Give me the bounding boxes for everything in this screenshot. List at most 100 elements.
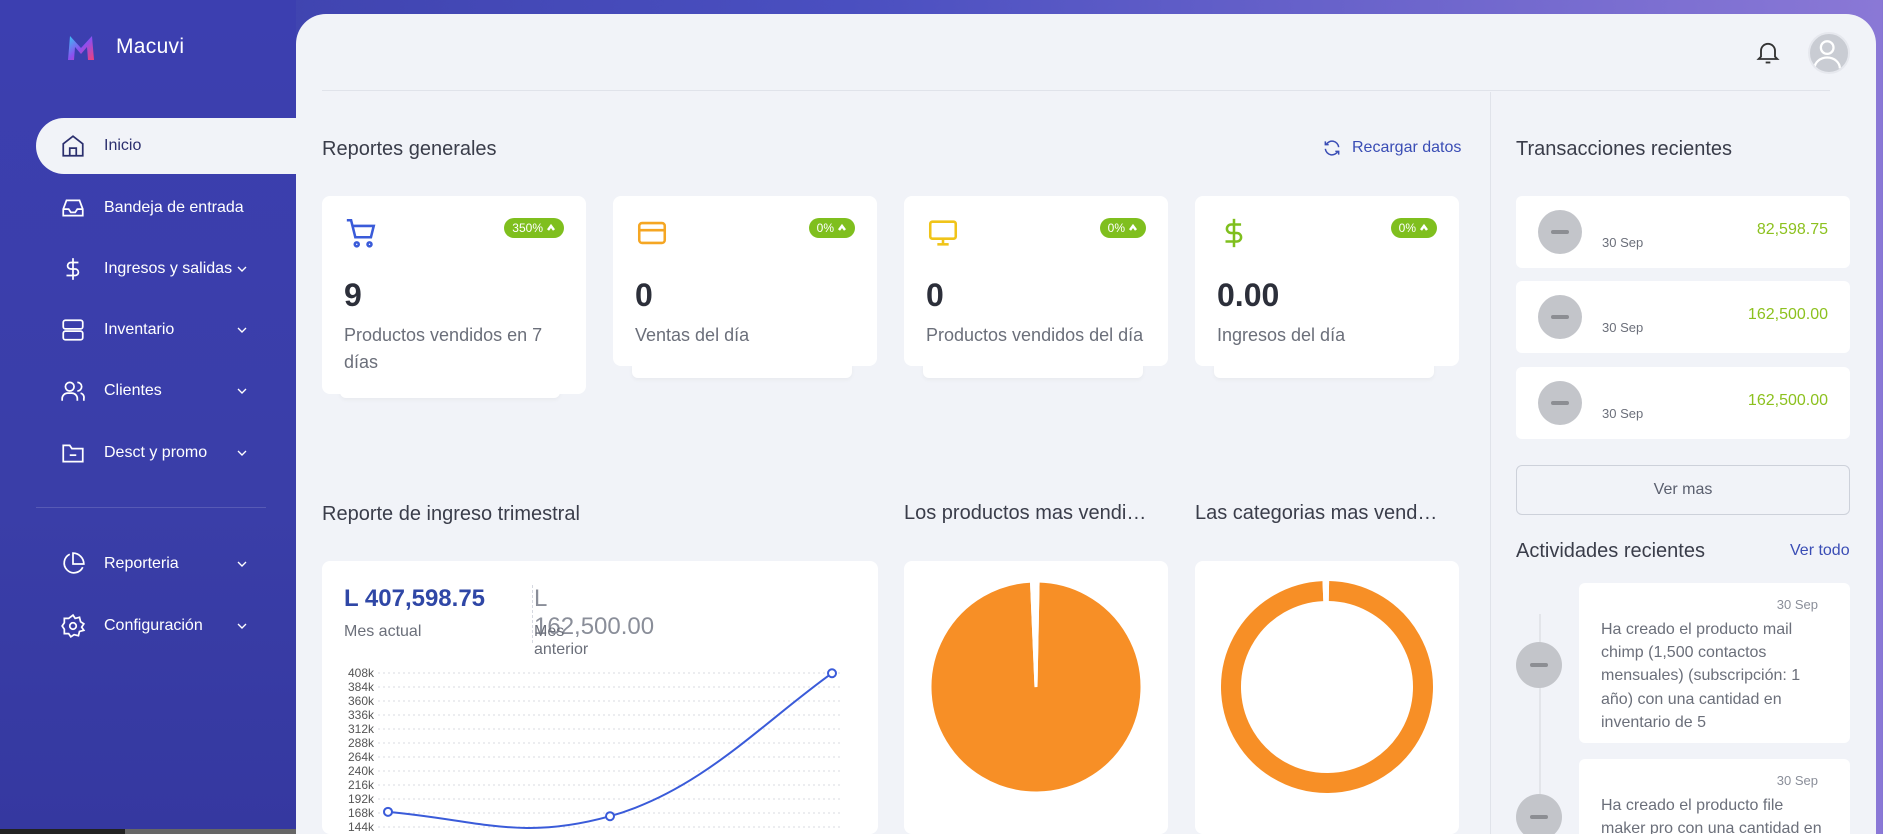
column-divider [1490,92,1491,834]
sidebar-item-inventario[interactable]: Inventario [36,302,296,358]
credit-card-icon [637,221,667,245]
stat-label: Productos vendidos del día [926,325,1144,345]
productos-pie-chart [928,579,1144,795]
stat-label: Ventas del día [635,325,750,345]
growth-badge: 350% [504,218,564,238]
home-icon [62,135,84,157]
ver-todo-link[interactable]: Ver todo [1790,542,1850,560]
activity-text: Ha creado el producto mail chimp (1,500 … [1601,621,1801,731]
stat-value: 9 [344,277,362,313]
ver-mas-button[interactable]: Ver mas [1516,465,1850,515]
sidebar-item-bandeja[interactable]: Bandeja de entrada [36,180,296,236]
chevron-up-icon [547,223,555,231]
brand[interactable]: Macuvi [66,32,184,62]
pie-chart-icon [63,552,85,574]
current-month-value: L 407,598.75 [344,585,486,612]
server-icon [62,319,84,341]
reportes-title: Reportes generales [322,138,497,160]
transaction-item[interactable]: 30 Sep 162,500.00 [1516,367,1850,439]
sidebar-item-label: Reporteria [104,555,179,572]
reload-label: Recargar datos [1352,139,1462,156]
y-tick-label: 336k [348,708,375,722]
data-point [383,806,393,817]
transaction-date: 30 Sep [1602,235,1644,250]
sidebar-item-ingresos[interactable]: Ingresos y salidas [36,241,296,297]
stat-card-productos-dia[interactable]: 0% 0 Productos vendidos del día [904,196,1168,366]
sidebar-item-label: Inventario [104,321,175,338]
ingreso-card: L 407,598.75 Mes actual L 162,500.00 Mes… [322,561,878,834]
activity-item[interactable]: 30 Sep Ha creado el producto mail chimp … [1579,583,1850,743]
monitor-icon [928,220,958,246]
y-tick-label: 288k [348,736,375,750]
transaction-item[interactable]: 30 Sep 82,598.75 [1516,196,1850,268]
y-tick-label: 408k [348,666,375,680]
categorias-chart-title: Las categorias mas vend… [1195,502,1438,524]
activity-item[interactable]: 30 Sep Ha creado el producto file maker … [1579,759,1850,834]
previous-month-label: Mes anterior [534,623,589,658]
card-shadow [632,364,852,378]
transaction-amount: 162,500.00 [1747,306,1828,323]
sidebar-item-reporteria[interactable]: Reporteria [36,536,296,592]
chevron-up-icon [1420,223,1428,231]
transaction-date: 30 Sep [1602,406,1644,421]
card-shadow [923,364,1143,378]
users-icon [61,381,85,401]
bell-icon[interactable] [1754,38,1782,66]
y-tick-label: 240k [348,764,375,778]
productos-chart-title: Los productos mas vendi… [904,502,1147,524]
y-tick-label: 192k [348,792,375,806]
card-shadow [1214,364,1434,378]
user-avatar-icon[interactable] [1808,32,1850,74]
refresh-icon [1324,140,1340,156]
minus-avatar-icon [1538,381,1582,425]
minus-avatar-icon [1516,794,1562,834]
y-tick-label: 384k [348,680,375,694]
minus-avatar-icon [1516,642,1562,688]
transaction-item[interactable]: 30 Sep 162,500.00 [1516,281,1850,353]
chevron-down-icon [237,561,247,567]
y-tick-label: 264k [348,750,375,764]
sidebar-item-desct-promo[interactable]: Desct y promo [36,425,296,481]
stat-label: Productos vendidos en 7 días [344,325,543,372]
window-taskbar-strip [0,829,310,834]
actividades-title: Actividades recientes [1516,540,1705,562]
value-divider [532,585,533,643]
settings-icon [61,613,86,639]
stat-card-ventas-dia[interactable]: 0% 0 Ventas del día [613,196,877,366]
growth-badge: 0% [808,218,855,238]
y-tick-label: 312k [348,722,375,736]
brand-logo-icon [68,36,94,60]
sidebar-item-inicio[interactable]: Inicio [36,118,296,174]
sidebar: Macuvi Inicio Bandeja de entrada Ingreso… [0,0,310,834]
y-tick-label: 216k [348,778,375,792]
sidebar-item-clientes[interactable]: Clientes [36,363,296,419]
reload-button[interactable]: Recargar datos [1322,138,1461,158]
data-point [827,668,837,679]
sidebar-item-label: Desct y promo [104,444,208,461]
pie-slice [1221,581,1433,793]
sidebar-item-label: Ingresos y salidas [104,260,233,277]
transaction-amount: 82,598.75 [1756,221,1828,238]
stat-card-ingresos-dia[interactable]: 0% 0.00 Ingresos del día [1195,196,1459,366]
transacciones-title: Transacciones recientes [1516,138,1733,160]
header-divider [322,90,1830,91]
ingreso-title: Reporte de ingreso trimestral [322,503,580,525]
sidebar-item-label: Bandeja de entrada [104,199,244,216]
y-tick-label: 360k [348,694,375,708]
stat-card-productos-7dias[interactable]: 350% 9 Productos vendidos en 7 días [322,196,586,394]
sidebar-divider [36,507,266,508]
chevron-up-icon [1129,223,1137,231]
minus-avatar-icon [1538,295,1582,339]
current-month-label: Mes actual [344,623,422,640]
sidebar-item-label: Inicio [104,137,142,154]
cart-icon [346,218,376,248]
data-point [605,811,615,822]
stat-value: 0.00 [1217,277,1280,313]
chevron-down-icon [237,450,247,456]
growth-badge: 0% [1390,218,1437,238]
sidebar-item-configuracion[interactable]: Configuración [36,598,296,654]
categorias-donut-chart [1221,581,1433,793]
y-tick-label: 168k [348,806,375,820]
brand-name: Macuvi [116,35,185,58]
main-panel: Reportes generales Recargar datos 350% 9… [296,14,1876,834]
